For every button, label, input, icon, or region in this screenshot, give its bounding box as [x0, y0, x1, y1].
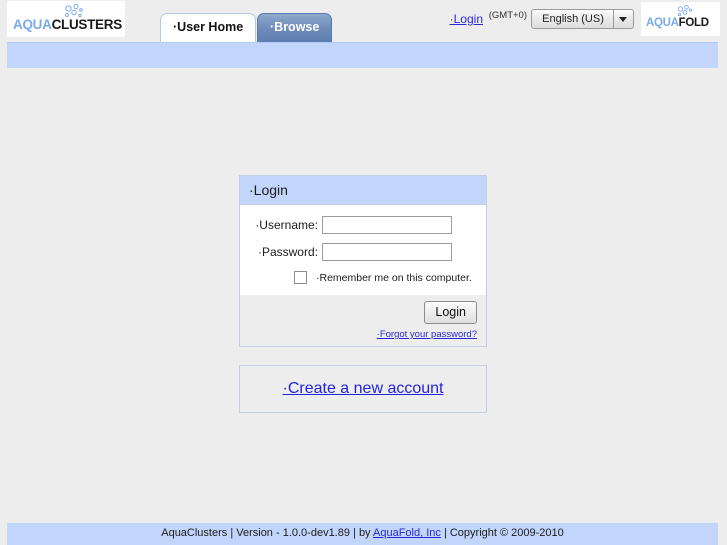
footer-prefix-text: AquaClusters | Version - 1.0.0-dev1.89 |…	[161, 527, 374, 539]
forgot-password-link[interactable]: ·Forgot your password?	[249, 329, 477, 340]
login-panel-title: ·Login	[240, 176, 486, 205]
logo-text-fold: FOLD	[678, 17, 709, 29]
password-input[interactable]	[322, 243, 452, 261]
password-label: ·Password:	[257, 245, 318, 259]
language-select-arrow-box[interactable]	[613, 9, 633, 29]
aquaclusters-logo-text: AQUACLUSTERS	[13, 17, 122, 32]
login-submit-button[interactable]: Login	[424, 301, 477, 324]
login-fields: ·Username: ·Password: ·Remember me on th…	[240, 205, 486, 295]
login-panel: ·Login ·Username: ·Password: ·Remember m…	[239, 175, 487, 347]
logo-text-clusters: CLUSTERS	[51, 17, 123, 32]
timezone-label: (GMT+0)	[488, 10, 527, 21]
login-actions: Login ·Forgot your password?	[240, 295, 486, 346]
remember-me-label: ·Remember me on this computer.	[316, 271, 472, 284]
header-login-link[interactable]: ·Login	[450, 12, 483, 26]
language-select-value: English (US)	[542, 13, 604, 25]
remember-me-checkbox[interactable]	[294, 271, 307, 284]
remember-me-row: ·Remember me on this computer.	[240, 271, 486, 284]
username-input[interactable]	[322, 216, 452, 234]
aquafold-logo-text: AQUAFOLD	[646, 17, 709, 29]
tab-user-home[interactable]: ·User Home	[160, 13, 257, 42]
nav-bar	[7, 42, 718, 69]
footer-suffix-text: | Copyright © 2009-2010	[440, 527, 564, 539]
tab-browse[interactable]: ·Browse	[257, 13, 333, 42]
bubbles-icon	[65, 4, 83, 18]
create-account-panel: ·Create a new account	[239, 365, 487, 413]
username-label: ·Username:	[255, 218, 318, 232]
footer-aquafold-link[interactable]: AquaFold, Inc	[373, 527, 441, 539]
page-footer: AquaClusters | Version - 1.0.0-dev1.89 |…	[7, 523, 718, 545]
aquaclusters-logo[interactable]: AQUACLUSTERS	[7, 1, 125, 37]
chevron-down-icon	[619, 17, 627, 22]
language-select[interactable]: English (US)	[531, 9, 634, 29]
logo-text-aqua: AQUA	[646, 17, 679, 29]
create-account-link[interactable]: ·Create a new account	[283, 380, 444, 398]
main-content: ·Login ·Username: ·Password: ·Remember m…	[0, 68, 727, 518]
password-row: ·Password:	[240, 242, 486, 262]
bubbles-icon	[677, 5, 693, 17]
page-header: AQUACLUSTERS ·User Home ·Browse ·Login (…	[0, 0, 727, 42]
logo-text-aqua: AQUA	[13, 17, 52, 32]
username-row: ·Username:	[240, 215, 486, 235]
aquafold-logo[interactable]: AQUAFOLD	[641, 2, 720, 36]
